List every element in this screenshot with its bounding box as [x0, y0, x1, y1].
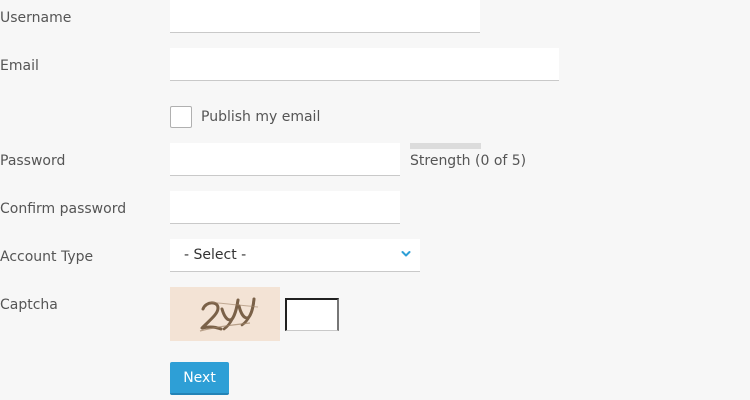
publish-email-label[interactable]: Publish my email: [201, 108, 320, 126]
captcha-image: [170, 287, 280, 341]
password-label: Password: [0, 153, 66, 169]
password-strength-text: Strength (0 of 5): [410, 153, 527, 169]
captcha-input[interactable]: [285, 298, 339, 331]
password-strength-bar: [410, 143, 481, 149]
confirm-password-label: Confirm password: [0, 201, 127, 217]
confirm-password-input[interactable]: [170, 191, 400, 224]
email-label: Email: [0, 58, 39, 74]
captcha-glyphs: [199, 297, 259, 332]
next-button[interactable]: Next: [170, 362, 229, 395]
account-type-select[interactable]: - Select -: [170, 239, 420, 272]
username-label: Username: [0, 10, 72, 26]
account-type-label: Account Type: [0, 249, 94, 265]
publish-email-checkbox[interactable]: [170, 106, 192, 128]
captcha-label: Captcha: [0, 297, 58, 313]
username-input[interactable]: [170, 0, 480, 33]
chevron-down-icon: [401, 251, 411, 257]
email-input[interactable]: [170, 48, 559, 81]
account-type-selected-value: - Select -: [184, 247, 247, 263]
password-input[interactable]: [170, 143, 400, 176]
